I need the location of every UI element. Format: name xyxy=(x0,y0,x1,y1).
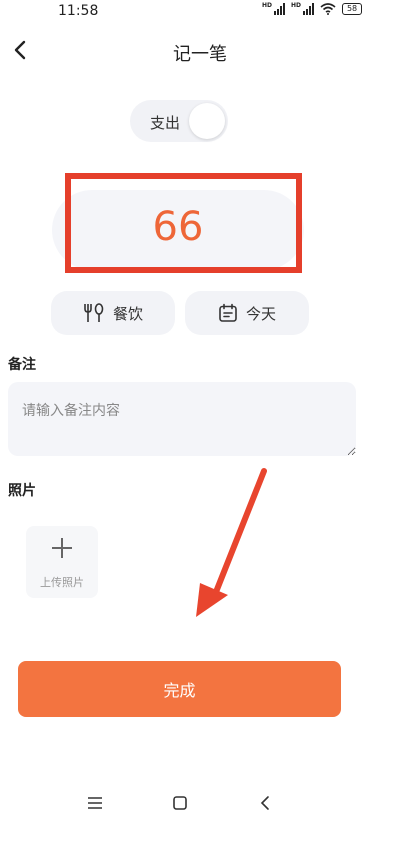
complete-button[interactable]: 完成 xyxy=(18,661,341,717)
status-time: 11:58 xyxy=(58,3,99,19)
menu-icon xyxy=(88,797,102,809)
signal-icon: HD xyxy=(262,3,286,15)
nav-menu-button[interactable] xyxy=(83,793,107,813)
status-icons: HD HD 58 xyxy=(262,3,363,15)
signal-icon-2: HD xyxy=(291,3,315,15)
calendar-icon xyxy=(219,303,237,322)
annotation-highlight-box xyxy=(65,173,302,273)
date-button[interactable]: 今天 xyxy=(185,291,309,335)
date-label: 今天 xyxy=(245,304,276,323)
page-title: 记一笔 xyxy=(173,44,227,65)
battery-icon: 58 xyxy=(342,3,363,15)
back-icon xyxy=(260,796,269,810)
note-input[interactable] xyxy=(8,382,356,456)
photo-label: 照片 xyxy=(8,483,36,499)
plus-icon xyxy=(52,538,72,558)
upload-photo-label: 上传照片 xyxy=(40,576,84,589)
wifi-icon xyxy=(320,3,336,15)
toggle-knob xyxy=(189,103,225,139)
nav-back-button[interactable] xyxy=(253,793,277,813)
utensils-icon xyxy=(84,303,104,322)
expense-type-toggle[interactable]: 支出 xyxy=(130,100,228,142)
category-button[interactable]: 餐饮 xyxy=(51,291,175,335)
nav-home-button[interactable] xyxy=(168,793,192,813)
note-label: 备注 xyxy=(8,357,36,373)
expense-type-label: 支出 xyxy=(150,114,181,132)
home-icon xyxy=(173,796,187,810)
category-label: 餐饮 xyxy=(112,304,143,323)
upload-photo-button[interactable]: 上传照片 xyxy=(26,526,98,598)
annotation-arrow xyxy=(196,468,267,617)
